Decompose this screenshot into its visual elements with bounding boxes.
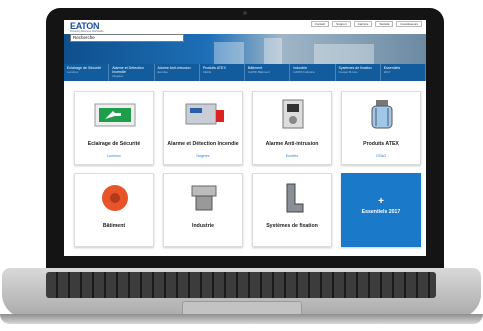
plus-icon: + <box>378 196 384 207</box>
tile-produits-atex[interactable]: Produits ATEX CEAG <box>341 91 421 165</box>
laptop-base-edge <box>0 314 483 324</box>
hero-banner: Recherche <box>64 34 426 64</box>
laptop-deck <box>2 268 481 318</box>
toplink-company[interactable]: Société <box>375 21 394 27</box>
category-nav: Eclairage de Sécurité Luminox Alarme et D… <box>64 64 426 81</box>
keyboard <box>46 272 436 298</box>
tile-title: Alarme Anti-intrusion <box>265 141 319 147</box>
nav-label: Alarme et Détection Incendie <box>112 66 144 74</box>
product-grid: Eclairage de Sécurité Luminox Alarme et … <box>64 81 426 247</box>
webcam <box>243 11 247 15</box>
fixing-bracket-icon <box>286 183 304 213</box>
nav-sublabel: CAPRI Industrie <box>293 70 315 74</box>
banner-factory-shape <box>314 44 374 64</box>
nav-item-atex[interactable]: Produits ATEX CEAG <box>200 64 245 81</box>
search-input[interactable]: Recherche <box>70 34 184 42</box>
exit-sign-icon <box>94 103 136 127</box>
site-header: EATON Powering Business Worldwide Contac… <box>64 20 426 34</box>
nav-sublabel: CAPRI Bâtiment <box>248 70 270 74</box>
toplink-investors[interactable]: Investisseurs <box>396 21 422 27</box>
nav-item-essentiels[interactable]: Essentiels 2017 <box>381 64 426 81</box>
nav-item-batiment[interactable]: Bâtiment CAPRI Bâtiment <box>245 64 291 81</box>
atex-light-icon <box>371 100 393 129</box>
tile-title: Eclairage de Sécurité <box>87 141 141 147</box>
nav-item-fixation[interactable]: Systèmes de fixation Cooper B-Line <box>336 64 381 81</box>
tile-subtitle-link[interactable]: CEAG <box>344 154 418 158</box>
tile-title: Systèmes de fixation <box>266 223 318 229</box>
nav-item-detection-incendie[interactable]: Alarme et Détection Incendie Nugelec <box>109 64 155 81</box>
intrusion-alarm-icon <box>282 99 304 129</box>
toplink-careers[interactable]: Carrière <box>353 21 373 27</box>
tile-title: Essentiels 2017 <box>361 209 401 215</box>
tile-systemes-fixation[interactable]: Systèmes de fixation <box>252 173 332 247</box>
nav-item-anti-intrusion[interactable]: Alarme Anti-intrusion Eurofeu <box>155 64 200 81</box>
nav-sublabel: 2017 <box>383 70 391 74</box>
tile-subtitle-link[interactable]: Luminox <box>77 154 151 158</box>
cable-gland-icon <box>191 185 217 211</box>
fire-alarm-icon <box>185 103 224 125</box>
tile-subtitle-link[interactable]: Nugelec <box>166 154 240 158</box>
utility-links: Contact Support Carrière Société Investi… <box>310 21 422 27</box>
tile-title: Industrie <box>192 223 214 229</box>
banner-building-shape <box>214 42 244 64</box>
banner-tower-shape <box>264 38 282 64</box>
nav-item-industrie[interactable]: Industrie CAPRI Industrie <box>290 64 336 81</box>
laptop-screen: EATON Powering Business Worldwide Contac… <box>64 20 426 256</box>
nav-sublabel: Cooper B-Line <box>338 70 358 74</box>
tile-title: Alarme et Détection Incendie <box>167 141 239 147</box>
tile-subtitle-link[interactable]: Eurofeu <box>255 154 329 158</box>
tile-eclairage-securite[interactable]: Eclairage de Sécurité Luminox <box>74 91 154 165</box>
nav-item-eclairage[interactable]: Eclairage de Sécurité Luminox <box>64 64 110 81</box>
nav-sublabel: Luminox <box>67 70 79 74</box>
toplink-support[interactable]: Support <box>332 21 351 27</box>
nav-sublabel: Eurofeu <box>157 70 169 74</box>
tile-title: Produits ATEX <box>363 141 399 147</box>
junction-box-icon <box>102 185 128 211</box>
nav-sublabel: CEAG <box>202 70 212 74</box>
tile-essentiels-2017[interactable]: + Essentiels 2017 <box>341 173 421 247</box>
tile-industrie[interactable]: Industrie <box>163 173 243 247</box>
toplink-contact[interactable]: Contact <box>310 21 330 27</box>
tile-detection-incendie[interactable]: Alarme et Détection Incendie Nugelec <box>163 91 243 165</box>
tile-anti-intrusion[interactable]: Alarme Anti-intrusion Eurofeu <box>252 91 332 165</box>
tile-title: Bâtiment <box>102 223 126 229</box>
tile-batiment[interactable]: Bâtiment <box>74 173 154 247</box>
nav-sublabel: Nugelec <box>112 74 124 78</box>
brand-tagline: Powering Business Worldwide <box>70 30 104 33</box>
